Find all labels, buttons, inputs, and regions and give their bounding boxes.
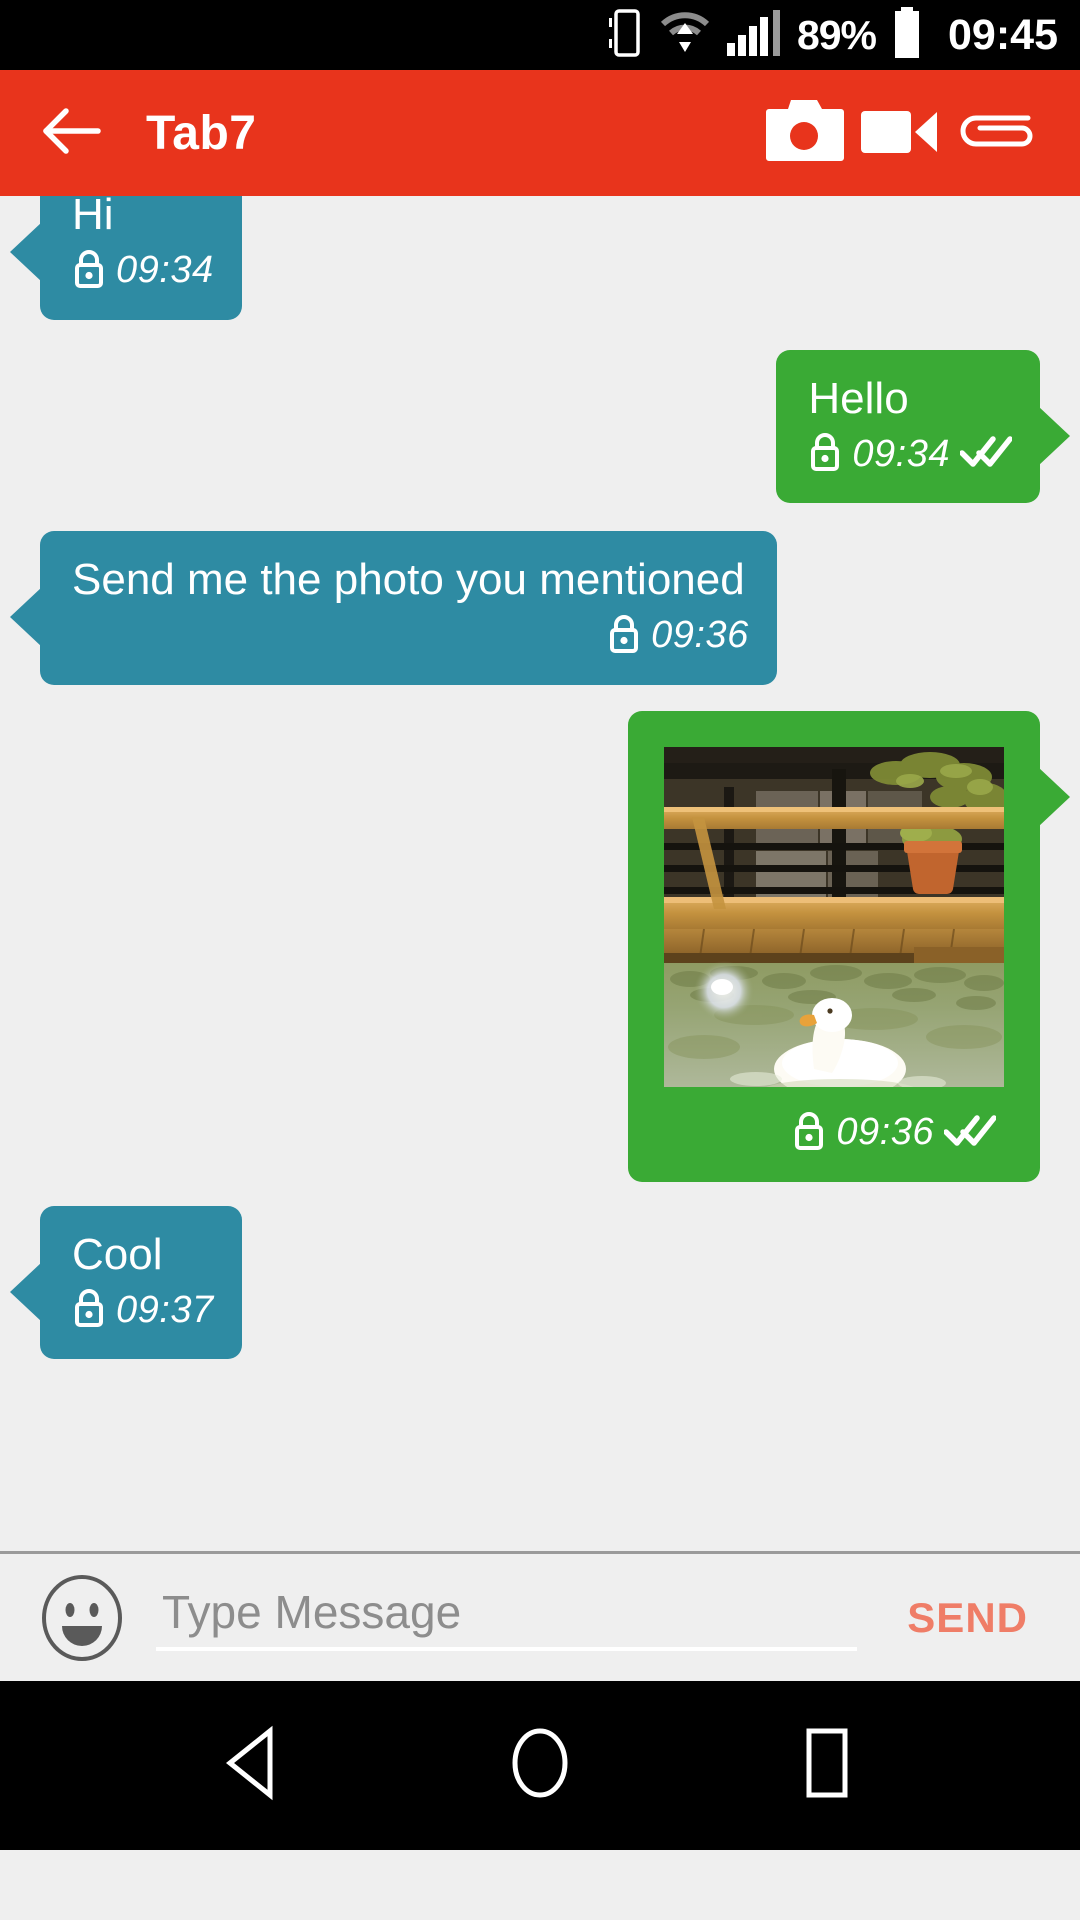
- message-row-incoming: Cool 09:37: [0, 1205, 1080, 1360]
- nav-home-circle-icon: [503, 1725, 577, 1806]
- lock-icon: [72, 1286, 106, 1333]
- message-time: 09:37: [116, 1288, 214, 1331]
- message-input[interactable]: [156, 1584, 858, 1651]
- message-time: 09:36: [836, 1111, 934, 1154]
- paperclip-icon: [954, 103, 1038, 164]
- message-input-wrap: [156, 1574, 858, 1662]
- message-bubble[interactable]: Hello 09:34: [776, 349, 1070, 504]
- phone-screen: 89% 09:45 Tab7 Hi 09:34 Hello 09:34 Send…: [0, 0, 1080, 1920]
- duck-pond-photo: [664, 746, 1004, 1087]
- camera-button[interactable]: [756, 85, 852, 181]
- message-time: 09:34: [852, 432, 950, 475]
- message-row-incoming: Hi 09:34: [0, 196, 1080, 320]
- video-button[interactable]: [852, 85, 948, 181]
- nav-recents-square-icon: [790, 1725, 864, 1806]
- emoji-button[interactable]: [38, 1574, 126, 1662]
- message-meta: 09:34: [776, 424, 1040, 503]
- lock-icon: [808, 430, 842, 477]
- message-meta: 09:36: [40, 606, 777, 685]
- message-meta: 09:34: [40, 241, 242, 320]
- message-list[interactable]: Hi 09:34 Hello 09:34 Send me the photo y…: [0, 196, 1080, 1551]
- message-meta: 09:37: [40, 1280, 242, 1359]
- nav-back-button[interactable]: [198, 1711, 308, 1821]
- send-button[interactable]: SEND: [887, 1584, 1046, 1652]
- double-check-icon: [959, 434, 1013, 473]
- message-bubble[interactable]: Send me the photo you mentioned 09:36: [10, 531, 777, 685]
- message-text: Hello: [808, 373, 909, 423]
- status-icon-group: 89% 09:45: [605, 6, 1058, 64]
- double-check-icon: [943, 1113, 997, 1152]
- page-title: Tab7: [146, 106, 257, 160]
- system-navigation-bar: [0, 1681, 1080, 1850]
- status-bar: 89% 09:45: [0, 0, 1080, 70]
- camera-icon: [763, 98, 845, 169]
- message-row-outgoing: 09:36: [0, 710, 1080, 1182]
- cellular-signal-icon: [725, 9, 783, 62]
- smiley-face-icon: [38, 1574, 126, 1666]
- message-time: 09:34: [116, 249, 214, 292]
- message-input-bar: SEND: [0, 1551, 1080, 1681]
- app-bar: Tab7: [0, 70, 1080, 196]
- message-image[interactable]: [664, 746, 1004, 1087]
- message-bubble[interactable]: Cool 09:37: [10, 1205, 242, 1360]
- back-arrow-icon: [40, 107, 102, 160]
- message-row-outgoing: Hello 09:34: [0, 349, 1080, 504]
- nav-back-triangle-icon: [216, 1725, 290, 1806]
- nav-home-button[interactable]: [485, 1711, 595, 1821]
- lock-icon: [72, 247, 106, 294]
- message-text: Send me the photo you mentioned: [72, 555, 745, 605]
- nav-recents-button[interactable]: [772, 1711, 882, 1821]
- message-text: Cool: [72, 1229, 163, 1279]
- message-text: Hi: [72, 196, 114, 239]
- status-clock: 09:45: [948, 10, 1058, 59]
- image-message-bubble[interactable]: 09:36: [628, 710, 1070, 1182]
- back-button[interactable]: [40, 102, 102, 164]
- battery-percent-label: 89%: [796, 11, 877, 58]
- lock-icon: [607, 612, 641, 659]
- message-meta: 09:36: [664, 1087, 1004, 1182]
- message-bubble[interactable]: Hi 09:34: [10, 196, 242, 320]
- attach-button[interactable]: [948, 85, 1044, 181]
- wifi-icon: [659, 10, 711, 61]
- message-row-incoming: Send me the photo you mentioned 09:36: [0, 531, 1080, 685]
- phone-vibrate-icon: [605, 8, 645, 63]
- video-camera-icon: [859, 103, 941, 164]
- message-time: 09:36: [651, 614, 749, 657]
- lock-icon: [792, 1109, 826, 1156]
- battery-icon: [890, 6, 924, 64]
